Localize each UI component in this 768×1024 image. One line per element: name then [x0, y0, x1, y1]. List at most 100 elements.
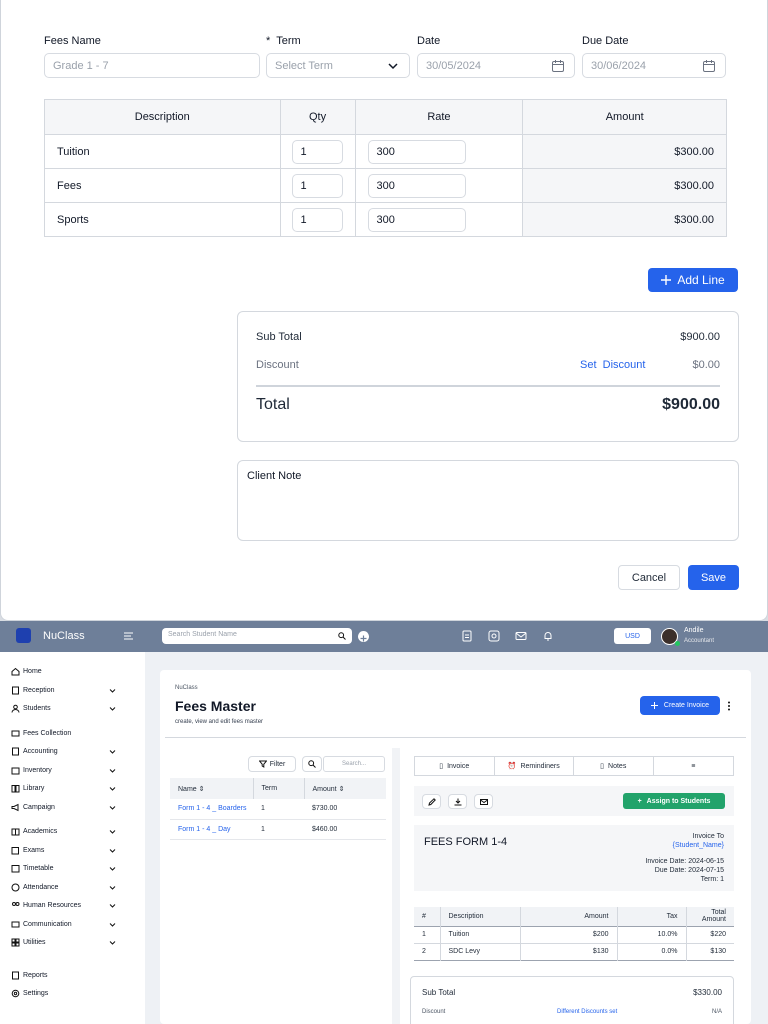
- description-cell[interactable]: Fees: [44, 168, 281, 203]
- menu-toggle-icon[interactable]: [124, 632, 133, 640]
- sidebar-item-campaign[interactable]: Campaign: [11, 803, 116, 812]
- qty-input[interactable]: 1: [291, 173, 343, 198]
- invoice-to-label: Invoice To: [692, 833, 724, 840]
- term-select[interactable]: Select Term: [266, 53, 410, 78]
- rate-input[interactable]: 300: [367, 207, 466, 232]
- student-search-input[interactable]: Search Student Name: [162, 628, 352, 644]
- divider: [165, 737, 746, 738]
- save-button[interactable]: Save: [688, 565, 739, 590]
- tab-reminders[interactable]: ⏰ Remindiners: [495, 757, 574, 775]
- invoice-fees-title: FEES FORM 1-4: [424, 836, 508, 848]
- email-button[interactable]: [474, 794, 493, 809]
- chevron-down-icon: [388, 63, 398, 70]
- description-cell[interactable]: Tuition: [44, 134, 281, 169]
- description-cell[interactable]: Sports: [44, 202, 281, 237]
- assign-to-students-button[interactable]: + Assign to Students: [623, 793, 725, 809]
- sidebar-item-timetable[interactable]: Timetable: [11, 864, 116, 873]
- discounts-link[interactable]: Different Discounts set: [557, 1009, 617, 1015]
- brand-logo-icon: [16, 628, 31, 643]
- due-date-input[interactable]: 30/06/2024: [582, 53, 726, 78]
- sidebar-item-academics[interactable]: Academics: [11, 827, 116, 836]
- tab-invoice[interactable]: ▯ Invoice: [415, 757, 495, 775]
- student-name-placeholder[interactable]: {Student_Name}: [673, 842, 724, 849]
- sidebar-item-home[interactable]: Home: [11, 667, 111, 676]
- subtotal-value: $330.00: [693, 988, 722, 997]
- column-header: Qty: [279, 99, 356, 135]
- add-icon[interactable]: [358, 631, 369, 642]
- bell-icon: ⏰: [507, 763, 517, 770]
- date-input[interactable]: 30/05/2024: [417, 53, 575, 78]
- download-button[interactable]: [448, 794, 467, 809]
- create-invoice-button[interactable]: Create Invoice: [640, 696, 720, 715]
- rate-input[interactable]: 300: [367, 173, 466, 198]
- column-header: Total Amount: [685, 907, 734, 926]
- client-note-textarea[interactable]: Client Note: [237, 460, 739, 541]
- bell-icon[interactable]: [542, 630, 554, 642]
- user-role: Accountant: [684, 638, 715, 644]
- mail-icon: [11, 921, 20, 928]
- chevron-down-icon: [109, 750, 116, 754]
- sidebar-item-reports[interactable]: Reports: [11, 971, 111, 980]
- filter-button[interactable]: Filter: [248, 756, 296, 772]
- rate-input[interactable]: 300: [367, 139, 466, 164]
- column-header-amount[interactable]: Amount ⇕: [303, 778, 386, 799]
- user-name: Andile: [684, 627, 704, 634]
- amount-cell: $300.00: [522, 134, 727, 169]
- column-header-name[interactable]: Name ⇕: [170, 778, 253, 799]
- tab-menu[interactable]: ≡: [654, 757, 734, 775]
- line-items-table: Description Qty Rate Amount Tuition 1 30…: [44, 99, 727, 237]
- sidebar-item-reception[interactable]: Reception: [11, 686, 116, 695]
- sidebar-item-communication[interactable]: Communication: [11, 920, 116, 929]
- cancel-button[interactable]: Cancel: [618, 565, 680, 590]
- sidebar-item-exams[interactable]: Exams: [11, 846, 116, 855]
- sidebar-item-attendance[interactable]: Attendance: [11, 883, 116, 892]
- qty-input[interactable]: 1: [291, 139, 343, 164]
- column-header: Description: [44, 99, 281, 135]
- fees-name-link[interactable]: Form 1 - 4 _ Day: [170, 819, 253, 839]
- sidebar-item-inventory[interactable]: Inventory: [11, 766, 116, 775]
- fees-name-input[interactable]: Grade 1 - 7: [44, 53, 260, 78]
- gear-icon[interactable]: [488, 630, 500, 642]
- qty-input[interactable]: 1: [291, 207, 343, 232]
- totals-summary: Sub Total $900.00 Discount Set Discount …: [237, 311, 739, 442]
- sidebar-item-fees-collection[interactable]: Fees Collection: [11, 729, 111, 738]
- sidebar-item-human-resources[interactable]: Human Resources: [11, 901, 116, 910]
- panel-divider: [392, 748, 400, 1024]
- column-header-term: Term: [252, 778, 304, 799]
- breadcrumb[interactable]: NuClass: [175, 685, 198, 691]
- subtotal-value: $900.00: [680, 331, 720, 343]
- table-row[interactable]: Form 1 - 4 _ Boarders 1 $730.00: [170, 799, 386, 819]
- list-search-input[interactable]: Search...: [323, 756, 385, 772]
- currency-select[interactable]: USD: [614, 628, 651, 644]
- mail-icon[interactable]: [515, 630, 527, 642]
- amount-cell: $300.00: [522, 202, 727, 237]
- more-options-icon[interactable]: [727, 701, 731, 711]
- sidebar-item-utilities[interactable]: Utilities: [11, 938, 116, 947]
- sidebar-item-accounting[interactable]: Accounting: [11, 747, 116, 756]
- search-button[interactable]: [302, 756, 322, 772]
- edit-button[interactable]: [422, 794, 441, 809]
- plus-icon: [661, 275, 672, 285]
- fees-name-link[interactable]: Form 1 - 4 _ Boarders: [170, 799, 253, 819]
- building-icon: [12, 686, 19, 695]
- sidebar-item-students[interactable]: Students: [11, 704, 116, 713]
- invoice-header: FEES FORM 1-4 Invoice To {Student_Name} …: [414, 825, 734, 891]
- sort-icon: ⇕: [338, 785, 345, 793]
- plus-icon: [650, 702, 658, 709]
- set-discount-link[interactable]: Set Discount: [580, 359, 645, 371]
- calendar-icon: [703, 60, 715, 72]
- tab-notes[interactable]: ▯ Notes: [574, 757, 654, 775]
- table-row: 1 Tuition $200 10.0% $220: [414, 926, 734, 943]
- page-subtitle: create, view and edit fees master: [175, 719, 264, 725]
- sidebar-item-settings[interactable]: Settings: [11, 989, 111, 998]
- term-cell: 1: [261, 805, 265, 813]
- total-cell: $130: [685, 943, 734, 960]
- chevron-down-icon: [109, 886, 116, 890]
- add-line-button[interactable]: Add Line: [648, 268, 738, 292]
- document-icon[interactable]: [461, 630, 473, 642]
- user-icon: [11, 704, 20, 713]
- sidebar-item-library[interactable]: Library: [11, 784, 116, 793]
- mail-icon: [479, 798, 488, 805]
- fees-form-modal: Fees Name Grade 1 - 7 * Term Select Term …: [0, 0, 768, 621]
- table-row[interactable]: Form 1 - 4 _ Day 1 $460.00: [170, 819, 386, 839]
